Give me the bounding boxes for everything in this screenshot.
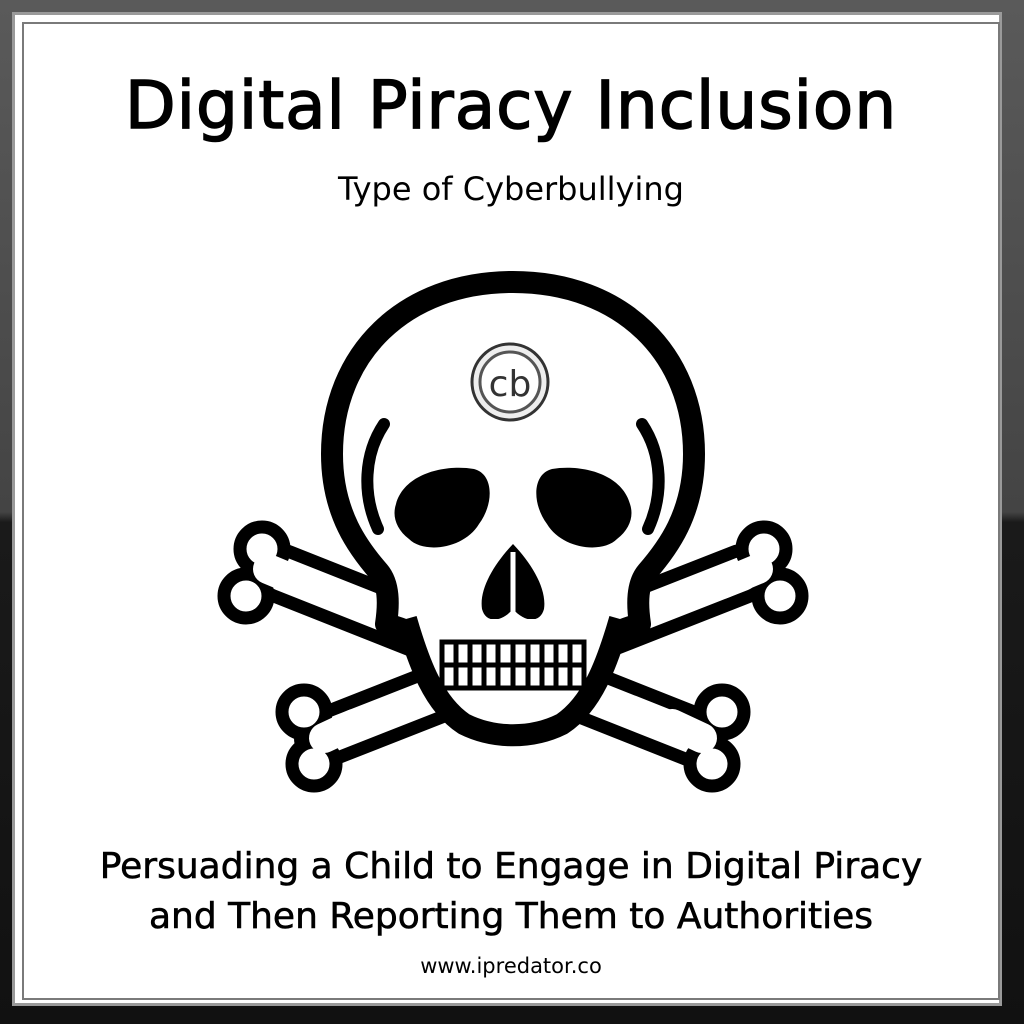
cb-badge-icon: cb — [470, 342, 550, 422]
caption-line-2: and Then Reporting Them to Authorities — [148, 896, 874, 938]
card-caption: Persuading a Child to Engage in Digital … — [24, 842, 998, 942]
caption-line-1: Persuading a Child to Engage in Digital … — [99, 846, 923, 888]
skull-cranium — [321, 271, 705, 685]
cb-badge-text: cb — [489, 364, 532, 405]
skull-teeth — [439, 639, 587, 691]
website-url: www.ipredator.co — [420, 954, 602, 978]
info-card: Digital Piracy Inclusion Type of Cyberbu… — [22, 22, 1000, 1000]
